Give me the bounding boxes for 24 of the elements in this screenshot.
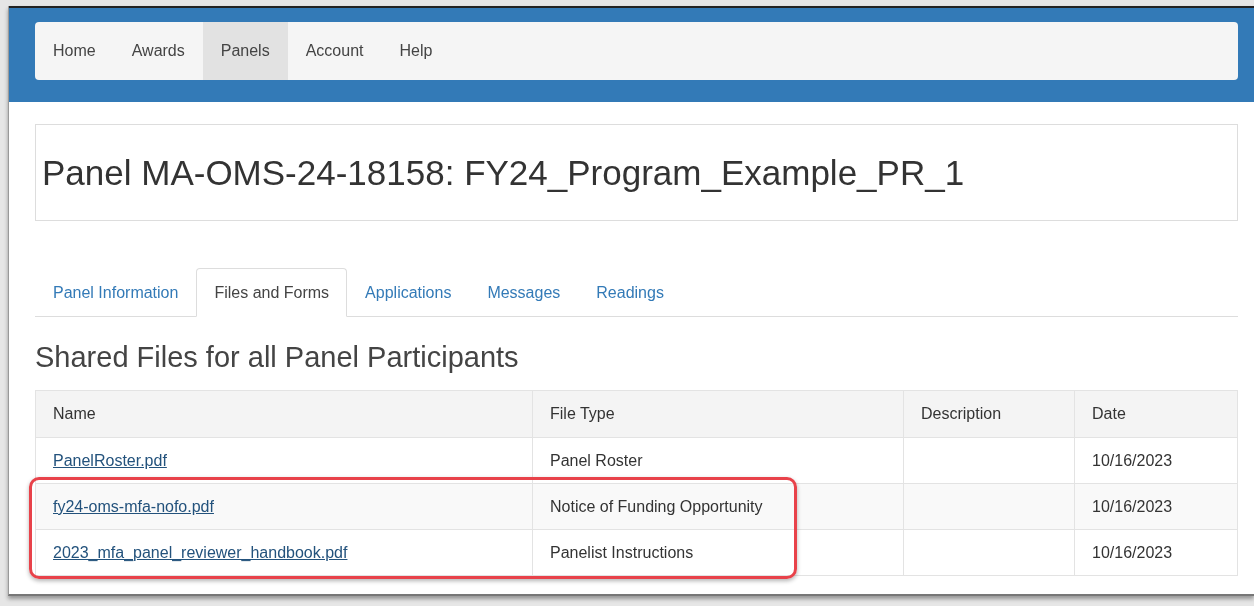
table-cell: 10/16/2023 xyxy=(1074,483,1238,530)
table-cell: Panel Roster xyxy=(532,437,904,484)
nav-link[interactable]: Panels xyxy=(202,22,288,80)
file-link[interactable]: fy24-oms-mfa-nofo.pdf xyxy=(53,497,214,515)
tab[interactable]: Files and Forms xyxy=(196,268,348,317)
tab[interactable]: Readings xyxy=(578,268,682,317)
tab[interactable]: Messages xyxy=(469,268,579,317)
nav-link[interactable]: Home xyxy=(35,22,114,80)
nav-link[interactable]: Help xyxy=(381,22,451,80)
tab[interactable]: Applications xyxy=(347,268,470,317)
column-header: File Type xyxy=(532,390,904,438)
column-header: Name xyxy=(35,390,533,438)
page-title: Panel MA-OMS-24-18158: FY24_Program_Example_PR_1 xyxy=(42,152,965,193)
table-cell: Notice of Funding Opportunity xyxy=(532,483,904,530)
column-header: Date xyxy=(1074,390,1238,438)
nav-link[interactable]: Awards xyxy=(113,22,203,80)
table-cell: 10/16/2023 xyxy=(1074,437,1238,484)
file-link[interactable]: PanelRoster.pdf xyxy=(53,451,167,469)
section-heading: Shared Files for all Panel Participants xyxy=(35,341,520,374)
nav-link[interactable]: Account xyxy=(287,22,382,80)
table-cell: Panelist Instructions xyxy=(532,529,904,576)
table-cell: 10/16/2023 xyxy=(1074,529,1238,576)
column-header: Description xyxy=(903,390,1075,438)
tab[interactable]: Panel Information xyxy=(35,268,197,317)
